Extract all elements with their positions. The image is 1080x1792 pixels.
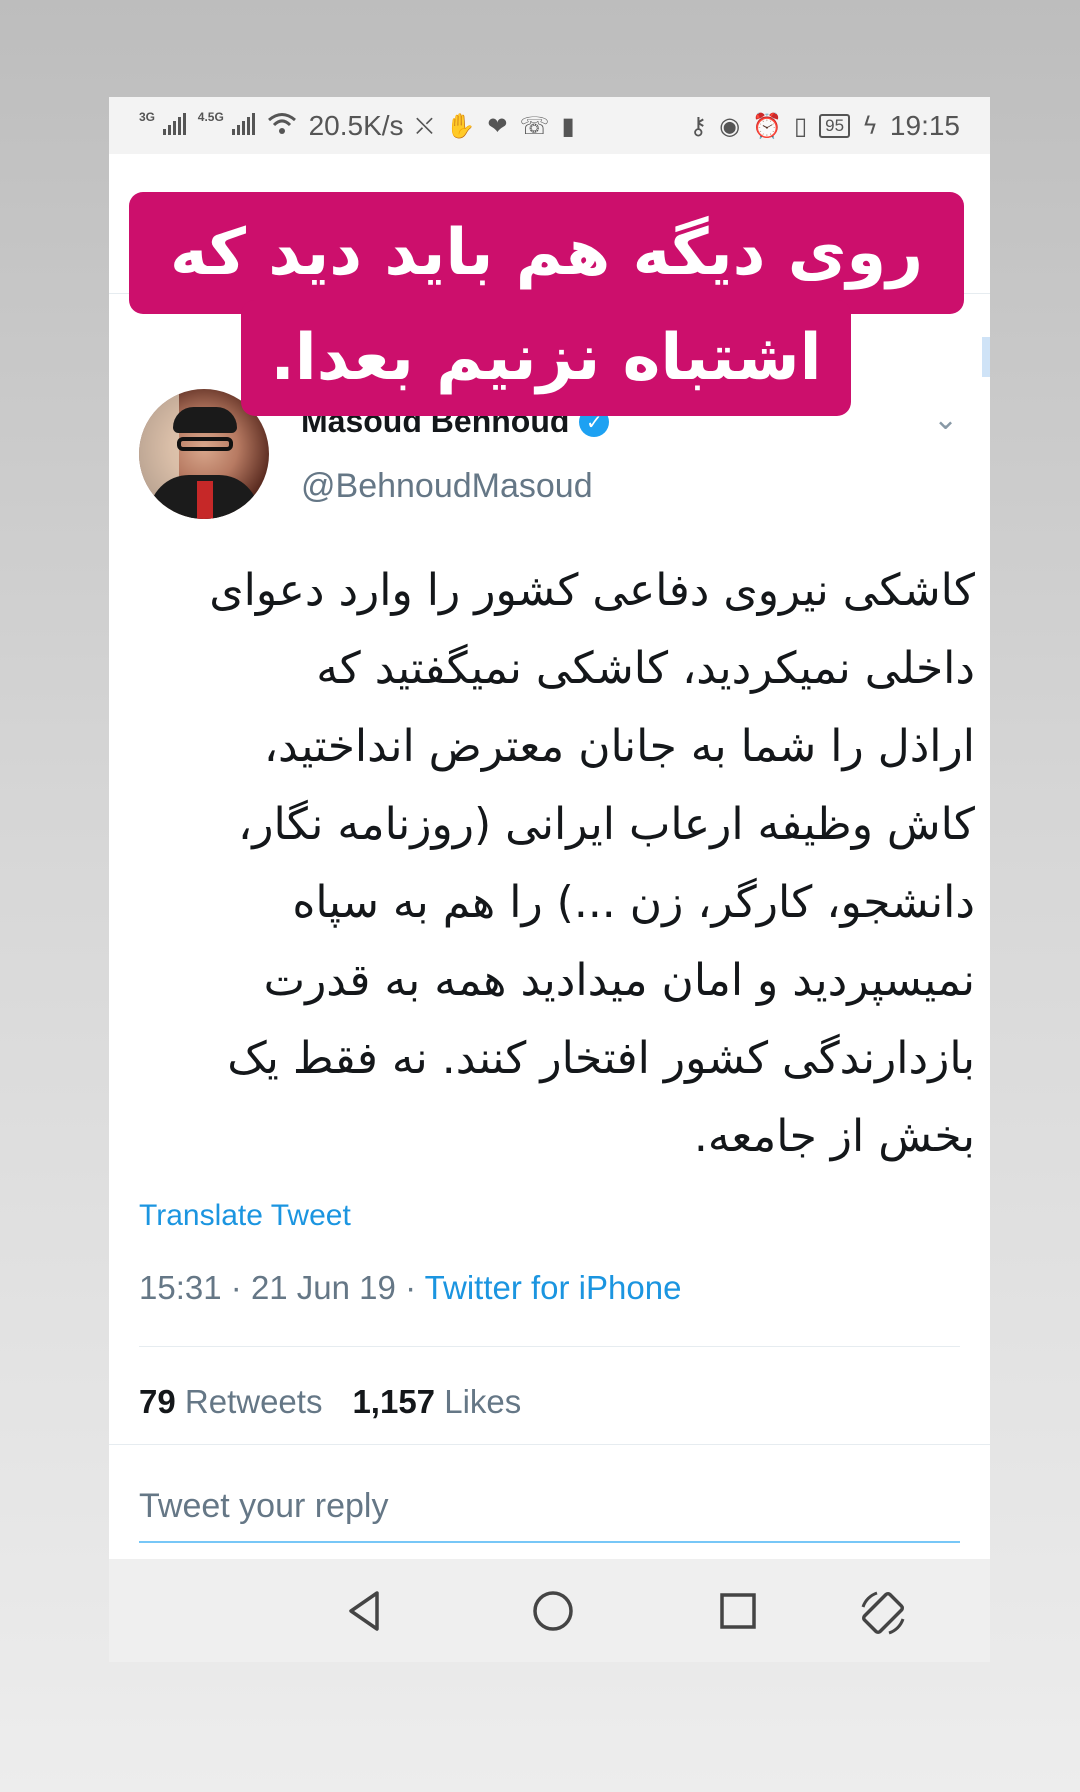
retweets-stat[interactable]: 79 Retweets xyxy=(139,1383,322,1421)
tweet-text-line: کاشکی نیروی دفاعی کشور را وارد دعوای xyxy=(209,565,975,616)
navigation-bar xyxy=(109,1559,990,1662)
tweet-date: 21 Jun 19 xyxy=(250,1269,396,1306)
tweet-text-line: دانشجو، کارگر، زن ...) را هم به سپاه xyxy=(292,877,975,928)
reply-input[interactable]: Tweet your reply xyxy=(139,1487,388,1526)
recents-icon[interactable] xyxy=(714,1587,762,1635)
divider xyxy=(109,1444,990,1445)
gesture-icon: ✋ xyxy=(445,111,476,140)
clock: 19:15 xyxy=(889,109,960,141)
tweet-meta: 15:31 · 21 Jun 19 · Twitter for iPhone xyxy=(139,1269,681,1307)
back-icon[interactable] xyxy=(341,1587,389,1635)
tweet-text-line: بازدارندگی کشور افتخار کنند. نه فقط یک xyxy=(227,1033,975,1084)
user-handle[interactable]: @BehnoudMasoud xyxy=(301,467,593,506)
status-right: ⚷ ◉ ⏰ ▯ 95 ϟ 19:15 xyxy=(690,110,960,142)
meta-separator: · xyxy=(230,1269,242,1306)
tweet-source-link[interactable]: Twitter for iPhone xyxy=(425,1269,682,1306)
tweet-text-line: بخش از جامعه. xyxy=(693,1111,975,1162)
heart-icon: ❤ xyxy=(487,111,508,140)
vibrate-icon: ▯ xyxy=(793,111,808,140)
meta-separator: · xyxy=(405,1269,417,1306)
caption-line-1: روی دیگه هم باید دید که xyxy=(129,192,964,314)
divider xyxy=(139,1346,960,1347)
key-icon: ⚷ xyxy=(689,111,708,140)
retweets-count: 79 xyxy=(139,1383,176,1420)
scrollbar[interactable] xyxy=(982,337,990,377)
no-notification-icon: ⛌ xyxy=(415,111,434,140)
wifi-icon xyxy=(267,111,297,141)
tweet-time: 15:31 xyxy=(139,1269,222,1306)
home-icon[interactable] xyxy=(529,1587,577,1635)
signal-icon: 3G xyxy=(139,110,186,142)
charging-icon: ϟ xyxy=(862,111,878,140)
likes-count: 1,157 xyxy=(352,1383,436,1420)
caption-line-2: اشتباه نزنیم بعدا. xyxy=(241,300,851,416)
translate-tweet-link[interactable]: Translate Tweet xyxy=(139,1199,351,1233)
battery-level: 95 xyxy=(819,113,851,138)
tweet-text-line: کاش وظیفه ارعاب ایرانی (روزنامه نگار، xyxy=(238,799,975,850)
likes-label: Likes xyxy=(444,1383,522,1420)
network-type-1: 3G xyxy=(139,109,156,124)
whatsapp-icon: ☏ xyxy=(519,111,550,140)
status-bar: 3G 4.5G 20.5K/s ⛌ ✋ ❤ ☏ ▮ ⚷ ◉ ⏰ ▯ 95 ϟ 1… xyxy=(109,97,990,154)
retweets-label: Retweets xyxy=(184,1383,323,1420)
rotate-icon[interactable] xyxy=(857,1587,905,1635)
chevron-down-icon[interactable]: ⌄ xyxy=(933,402,958,437)
tweet-text-line: نمیسپردید و امان میدادید همه به قدرت xyxy=(263,955,975,1006)
likes-stat[interactable]: 1,157 Likes xyxy=(352,1383,521,1421)
status-left: 3G 4.5G 20.5K/s ⛌ ✋ ❤ ☏ ▮ xyxy=(139,110,575,142)
tweet-stats: 79 Retweets 1,157 Likes xyxy=(139,1383,521,1421)
network-type-2: 4.5G xyxy=(197,109,224,124)
alarm-icon: ⏰ xyxy=(752,111,782,140)
tweet-text: کاشکی نیروی دفاعی کشور را وارد دعوای داخ… xyxy=(169,552,975,1176)
tweet-text-line: داخلی نمیکردید، کاشکی نمیگفتید که xyxy=(316,643,975,694)
signal-icon-2: 4.5G xyxy=(198,110,255,142)
battery-saver-icon: ▮ xyxy=(561,111,575,140)
tweet-text-line: اراذل را شما به جانان معترض انداختید، xyxy=(263,721,975,772)
eye-icon: ◉ xyxy=(719,111,741,140)
reply-input-underline xyxy=(139,1541,960,1543)
network-speed: 20.5K/s xyxy=(308,109,404,141)
